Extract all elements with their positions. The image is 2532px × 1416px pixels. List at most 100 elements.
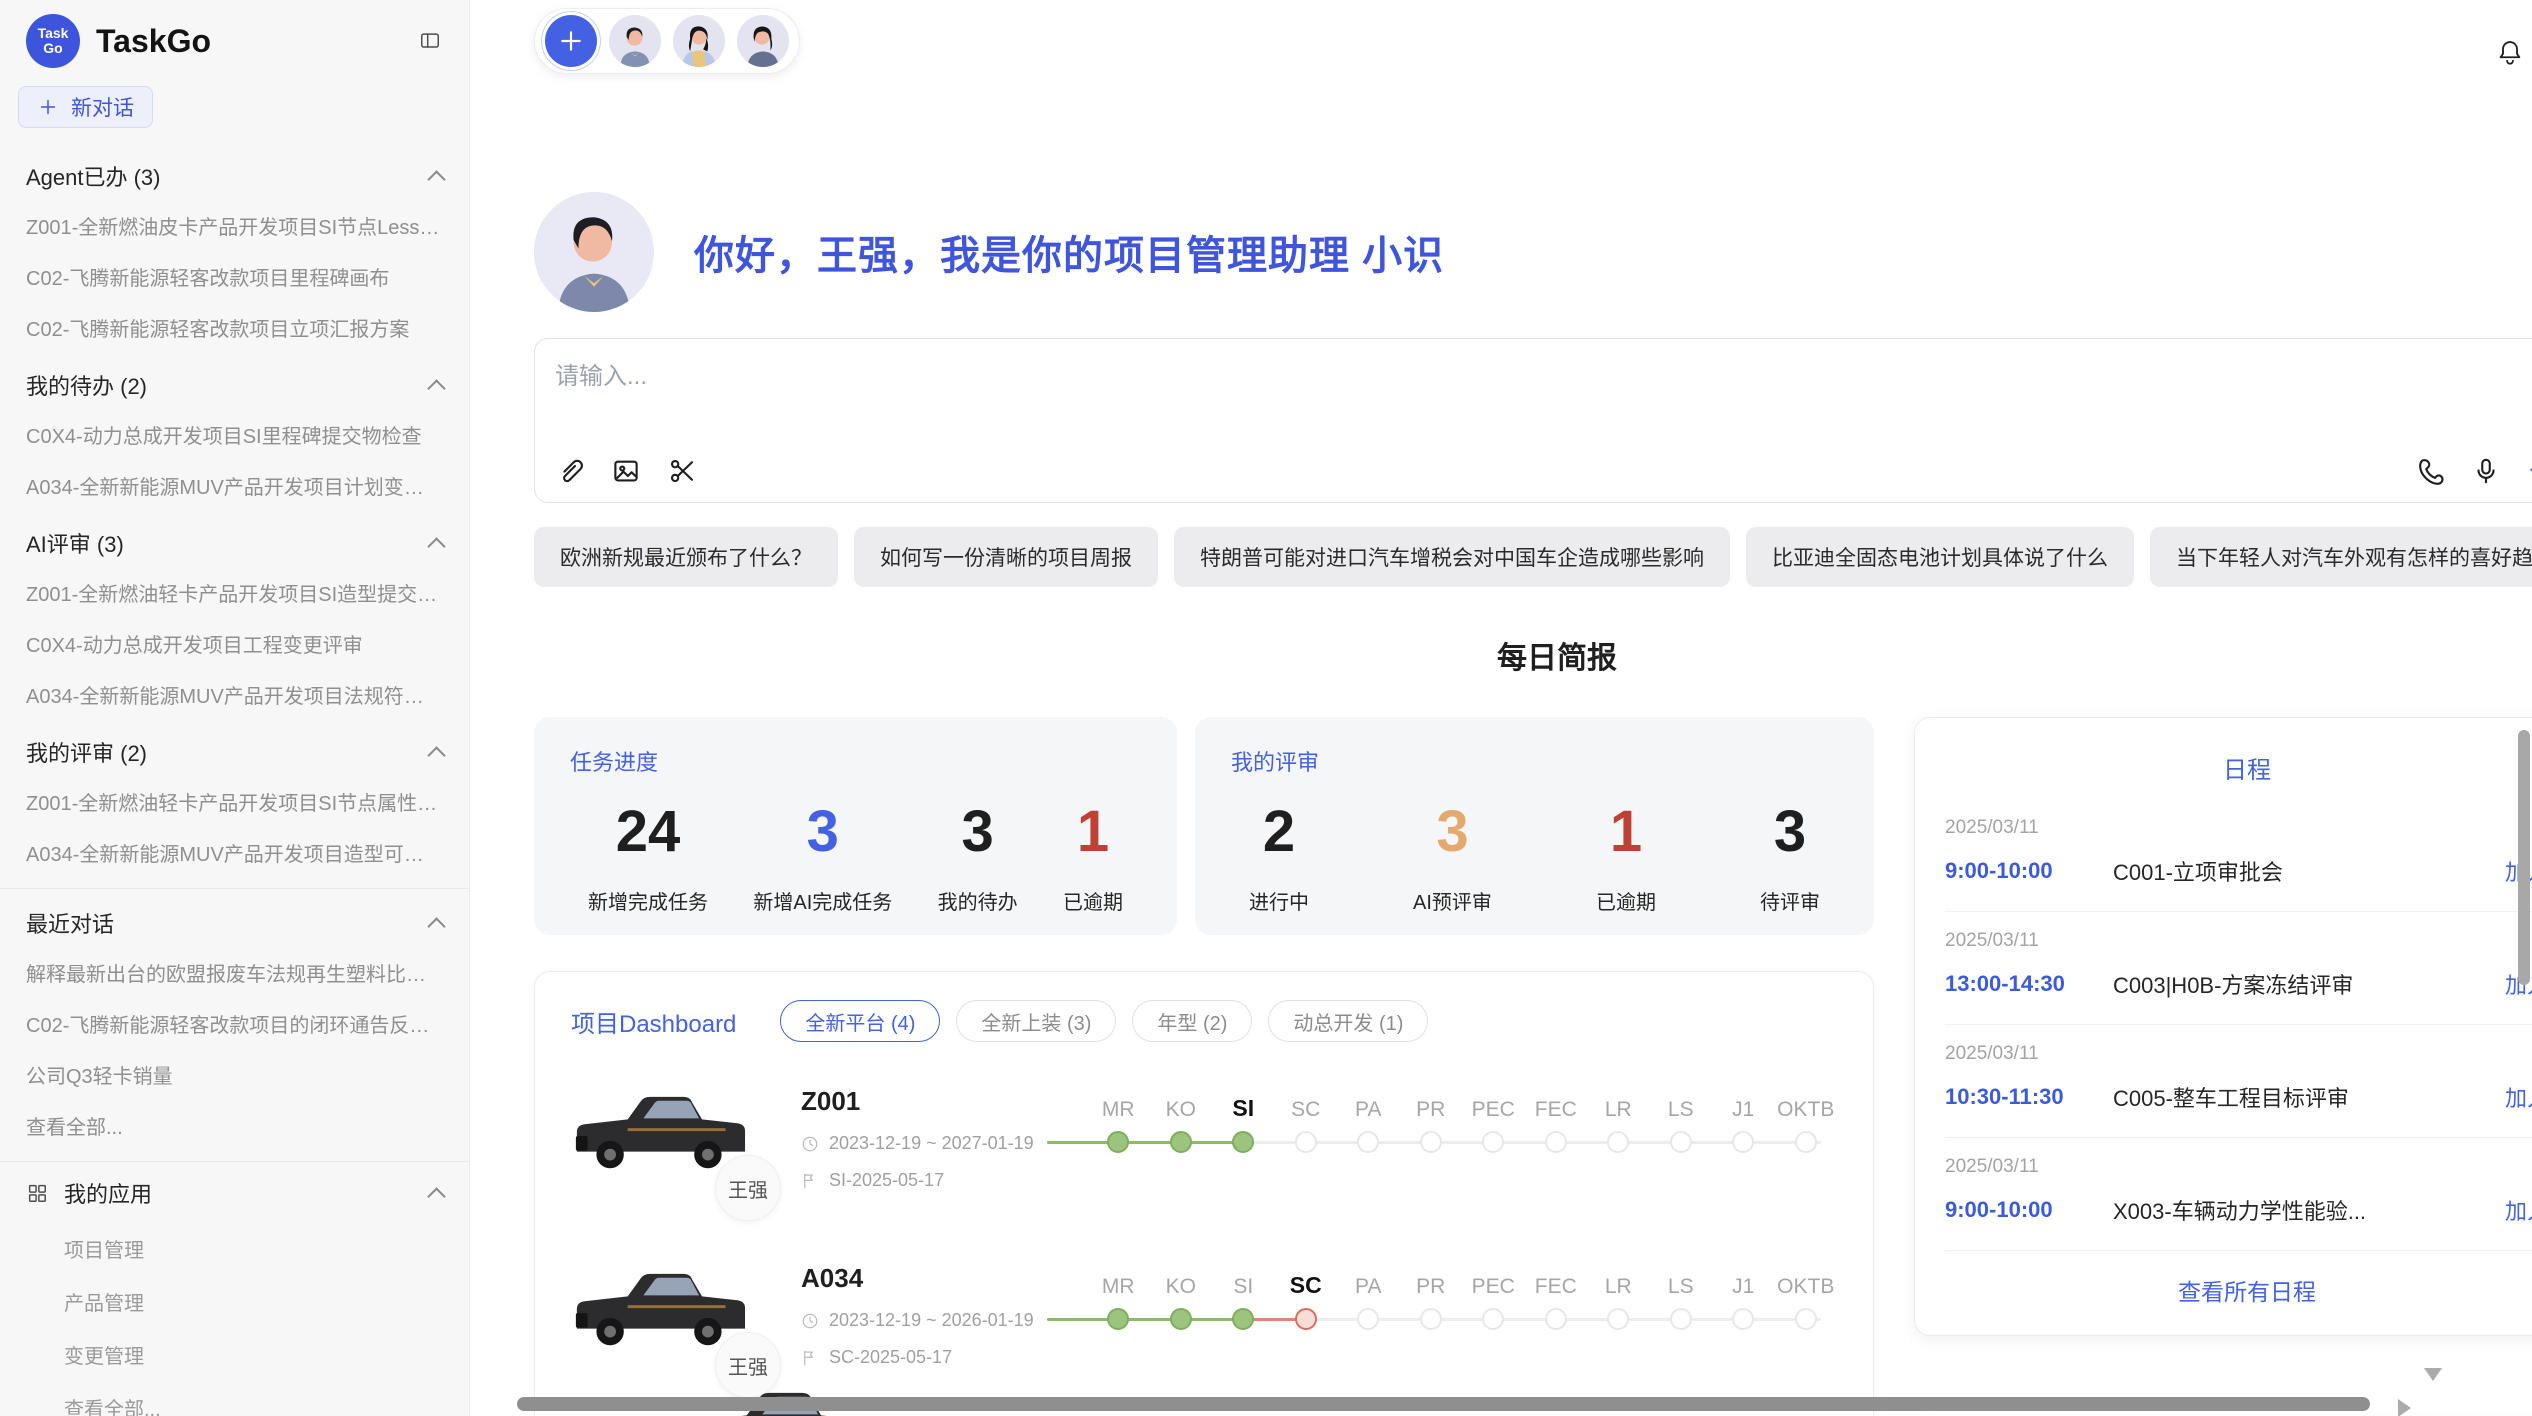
- dashboard-tabs: 全新平台 (4) 全新上装 (3) 年型 (2) 动总开发 (1): [780, 1000, 1428, 1042]
- top-right-controls: 王强: [2496, 26, 2532, 78]
- message-composer: [534, 338, 2532, 503]
- sidebar-item[interactable]: C0X4-动力总成开发项目工程变更评审: [0, 618, 469, 669]
- suggestion-chip[interactable]: 比亚迪全固态电池计划具体说了什么: [1746, 527, 2134, 587]
- horizontal-scrollbar-thumb[interactable]: [517, 1397, 2370, 1411]
- milestone-dot: [1420, 1308, 1442, 1330]
- assistant-avatar[interactable]: [737, 15, 789, 67]
- tab-year-model[interactable]: 年型 (2): [1132, 1000, 1252, 1042]
- suggestion-chip[interactable]: 当下年轻人对汽车外观有怎样的喜好趋势: [2150, 527, 2532, 587]
- sidebar-subitem-change-mgmt[interactable]: 变更管理: [0, 1328, 469, 1381]
- sidebar-item-my-apps[interactable]: 我的应用: [0, 1164, 469, 1222]
- logo-text-top: Task: [38, 26, 69, 41]
- schedule-time: 9:00-10:00: [1945, 858, 2103, 884]
- scroll-right-arrow[interactable]: [2398, 1399, 2411, 1416]
- project-next-milestone: SI-2025-05-17: [829, 1170, 944, 1191]
- sidebar-header: Task Go TaskGo: [0, 0, 469, 74]
- logo-text-bottom: Go: [43, 41, 62, 56]
- schedule-date: 2025/03/11: [1945, 1156, 2532, 1178]
- scroll-down-arrow[interactable]: [2424, 1368, 2442, 1381]
- sidebar-item[interactable]: Z001-全新燃油皮卡产品开发项目SI节点Lesson Learn报告: [0, 200, 469, 251]
- sidebar-subitem-product-mgmt[interactable]: 产品管理: [0, 1275, 469, 1328]
- chevron-up-icon: [427, 379, 445, 397]
- chevron-up-icon: [427, 537, 445, 555]
- add-assistant-button[interactable]: [545, 15, 597, 67]
- sidebar-subitem-view-all[interactable]: 查看全部...: [0, 1381, 469, 1416]
- suggestion-chip[interactable]: 特朗普可能对进口汽车增税会对中国车企造成哪些影响: [1174, 527, 1730, 587]
- section-header-agent-done[interactable]: Agent已办 (3): [0, 144, 469, 200]
- plus-icon: [37, 96, 59, 118]
- sidebar-item[interactable]: C0X4-动力总成开发项目SI里程碑提交物检查: [0, 409, 469, 460]
- image-icon[interactable]: [611, 456, 641, 486]
- project-dates: 2023-12-19 ~ 2026-01-19: [829, 1310, 1034, 1331]
- sidebar-item[interactable]: C02-飞腾新能源轻客改款项目里程碑画布: [0, 251, 469, 302]
- assistant-illustration-avatar: [534, 192, 654, 312]
- section-header-my-review[interactable]: 我的评审 (2): [0, 720, 469, 776]
- stat-in-progress: 2 进行中: [1249, 799, 1309, 915]
- taskgo-screen: Task Go TaskGo 新对话 Agent已办 (3) Z001-全新燃油…: [0, 0, 2532, 1416]
- milestone-dot: [1670, 1308, 1692, 1330]
- section-header-recent-chats[interactable]: 最近对话: [0, 891, 469, 947]
- project-dates: 2023-12-19 ~ 2027-01-19: [829, 1133, 1034, 1154]
- task-progress-card: 任务进度 24 新增完成任务 3 新增AI完成任务 3: [534, 717, 1177, 935]
- join-meeting-link[interactable]: 加入: [2505, 1194, 2532, 1226]
- vertical-scrollbar-thumb[interactable]: [2518, 730, 2530, 985]
- milestone-dot: [1482, 1308, 1504, 1330]
- scissors-icon[interactable]: [667, 456, 697, 486]
- suggestion-chip[interactable]: 如何写一份清晰的项目周报: [854, 527, 1158, 587]
- sidebar-item[interactable]: Z001-全新燃油轻卡产品开发项目SI节点属性5D文件评审: [0, 776, 469, 827]
- milestone-dot: [1732, 1131, 1754, 1153]
- stat-overdue: 1 已逾期: [1063, 799, 1123, 915]
- flag-icon: [801, 1349, 819, 1367]
- recent-chat-item[interactable]: C02-飞腾新能源轻客改款项目的闭环通告反馈情况: [0, 998, 469, 1049]
- milestone-track: MR KO SI SC PA PR PEC FEC LR LS J1: [1087, 1267, 1837, 1339]
- sidebar-item[interactable]: A034-全新新能源MUV产品开发项目计划变更表编写: [0, 460, 469, 511]
- my-review-card: 我的评审 2 进行中 3 AI预评审 1: [1195, 717, 1874, 935]
- assistant-avatar[interactable]: [673, 15, 725, 67]
- plus-icon: [558, 28, 584, 54]
- assistant-avatar[interactable]: [609, 15, 661, 67]
- recent-chats-view-all[interactable]: 查看全部...: [0, 1100, 469, 1151]
- recent-chat-item[interactable]: 公司Q3轻卡销量: [0, 1049, 469, 1100]
- tab-new-platform[interactable]: 全新平台 (4): [780, 1000, 940, 1042]
- mic-icon[interactable]: [2471, 456, 2501, 486]
- project-row[interactable]: 王强 A034 2023-12-19 ~ 2026-01-19 SC-2025-…: [571, 1263, 1837, 1368]
- sidebar-subitem-project-mgmt[interactable]: 项目管理: [0, 1222, 469, 1275]
- milestone-dot: [1795, 1131, 1817, 1153]
- milestone-dot: [1170, 1131, 1192, 1153]
- schedule-event-title: C001-立项审批会: [2113, 855, 2491, 887]
- stat-my-todo: 3 我的待办: [938, 799, 1018, 915]
- section-header-ai-review[interactable]: AI评审 (3): [0, 511, 469, 567]
- milestone-dot: [1732, 1308, 1754, 1330]
- schedule-time: 9:00-10:00: [1945, 1197, 2103, 1223]
- bell-icon[interactable]: [2496, 38, 2524, 66]
- new-chat-label: 新对话: [71, 92, 134, 122]
- project-info: A034 2023-12-19 ~ 2026-01-19 SC-2025-05-…: [801, 1263, 1053, 1368]
- sidebar-collapse-icon[interactable]: [415, 26, 445, 56]
- clock-icon: [801, 1135, 819, 1153]
- send-icon[interactable]: [2527, 456, 2532, 486]
- greeting-text: 你好，王强，我是你的项目管理助理 小识: [694, 223, 1444, 281]
- sidebar-item[interactable]: A034-全新新能源MUV产品开发项目造型可行性评审: [0, 827, 469, 878]
- section-header-my-todo[interactable]: 我的待办 (2): [0, 353, 469, 409]
- recent-chat-item[interactable]: 解释最新出台的欧盟报废车法规再生塑料比例被调至15%...: [0, 947, 469, 998]
- sidebar-item[interactable]: Z001-全新燃油轻卡产品开发项目SI造型提交物评审: [0, 567, 469, 618]
- daily-briefing-header: 每日简报: [534, 633, 2532, 677]
- chevron-up-icon: [427, 917, 445, 935]
- join-meeting-link[interactable]: 加入: [2505, 1081, 2532, 1113]
- view-all-schedule-link[interactable]: 查看所有日程: [1945, 1251, 2532, 1319]
- schedule-item: 2025/03/11 9:00-10:00 C001-立项审批会 加入: [1945, 799, 2532, 912]
- milestone-dot: [1420, 1131, 1442, 1153]
- phone-icon[interactable]: [2415, 456, 2445, 486]
- tab-powertrain[interactable]: 动总开发 (1): [1268, 1000, 1428, 1042]
- stat-overdue: 1 已逾期: [1596, 799, 1656, 915]
- tab-new-body[interactable]: 全新上装 (3): [956, 1000, 1116, 1042]
- new-chat-button[interactable]: 新对话: [18, 86, 153, 128]
- dashboard-title: 项目Dashboard: [571, 1004, 736, 1039]
- sidebar-item[interactable]: C02-飞腾新能源轻客改款项目立项汇报方案: [0, 302, 469, 353]
- main-area: 王强 你好，王强，我是你的项目管理助理 小识 欧洲新规最近颁布了什么？ 如: [470, 0, 2532, 1416]
- sidebar-item[interactable]: A034-全新新能源MUV产品开发项目法规符合性评审: [0, 669, 469, 720]
- paperclip-icon[interactable]: [555, 456, 585, 486]
- chat-input[interactable]: [555, 363, 1986, 391]
- suggestion-chip[interactable]: 欧洲新规最近颁布了什么？: [534, 527, 838, 587]
- project-row[interactable]: 王强 Z001 2023-12-19 ~ 2027-01-19 SI-2025-…: [571, 1086, 1837, 1191]
